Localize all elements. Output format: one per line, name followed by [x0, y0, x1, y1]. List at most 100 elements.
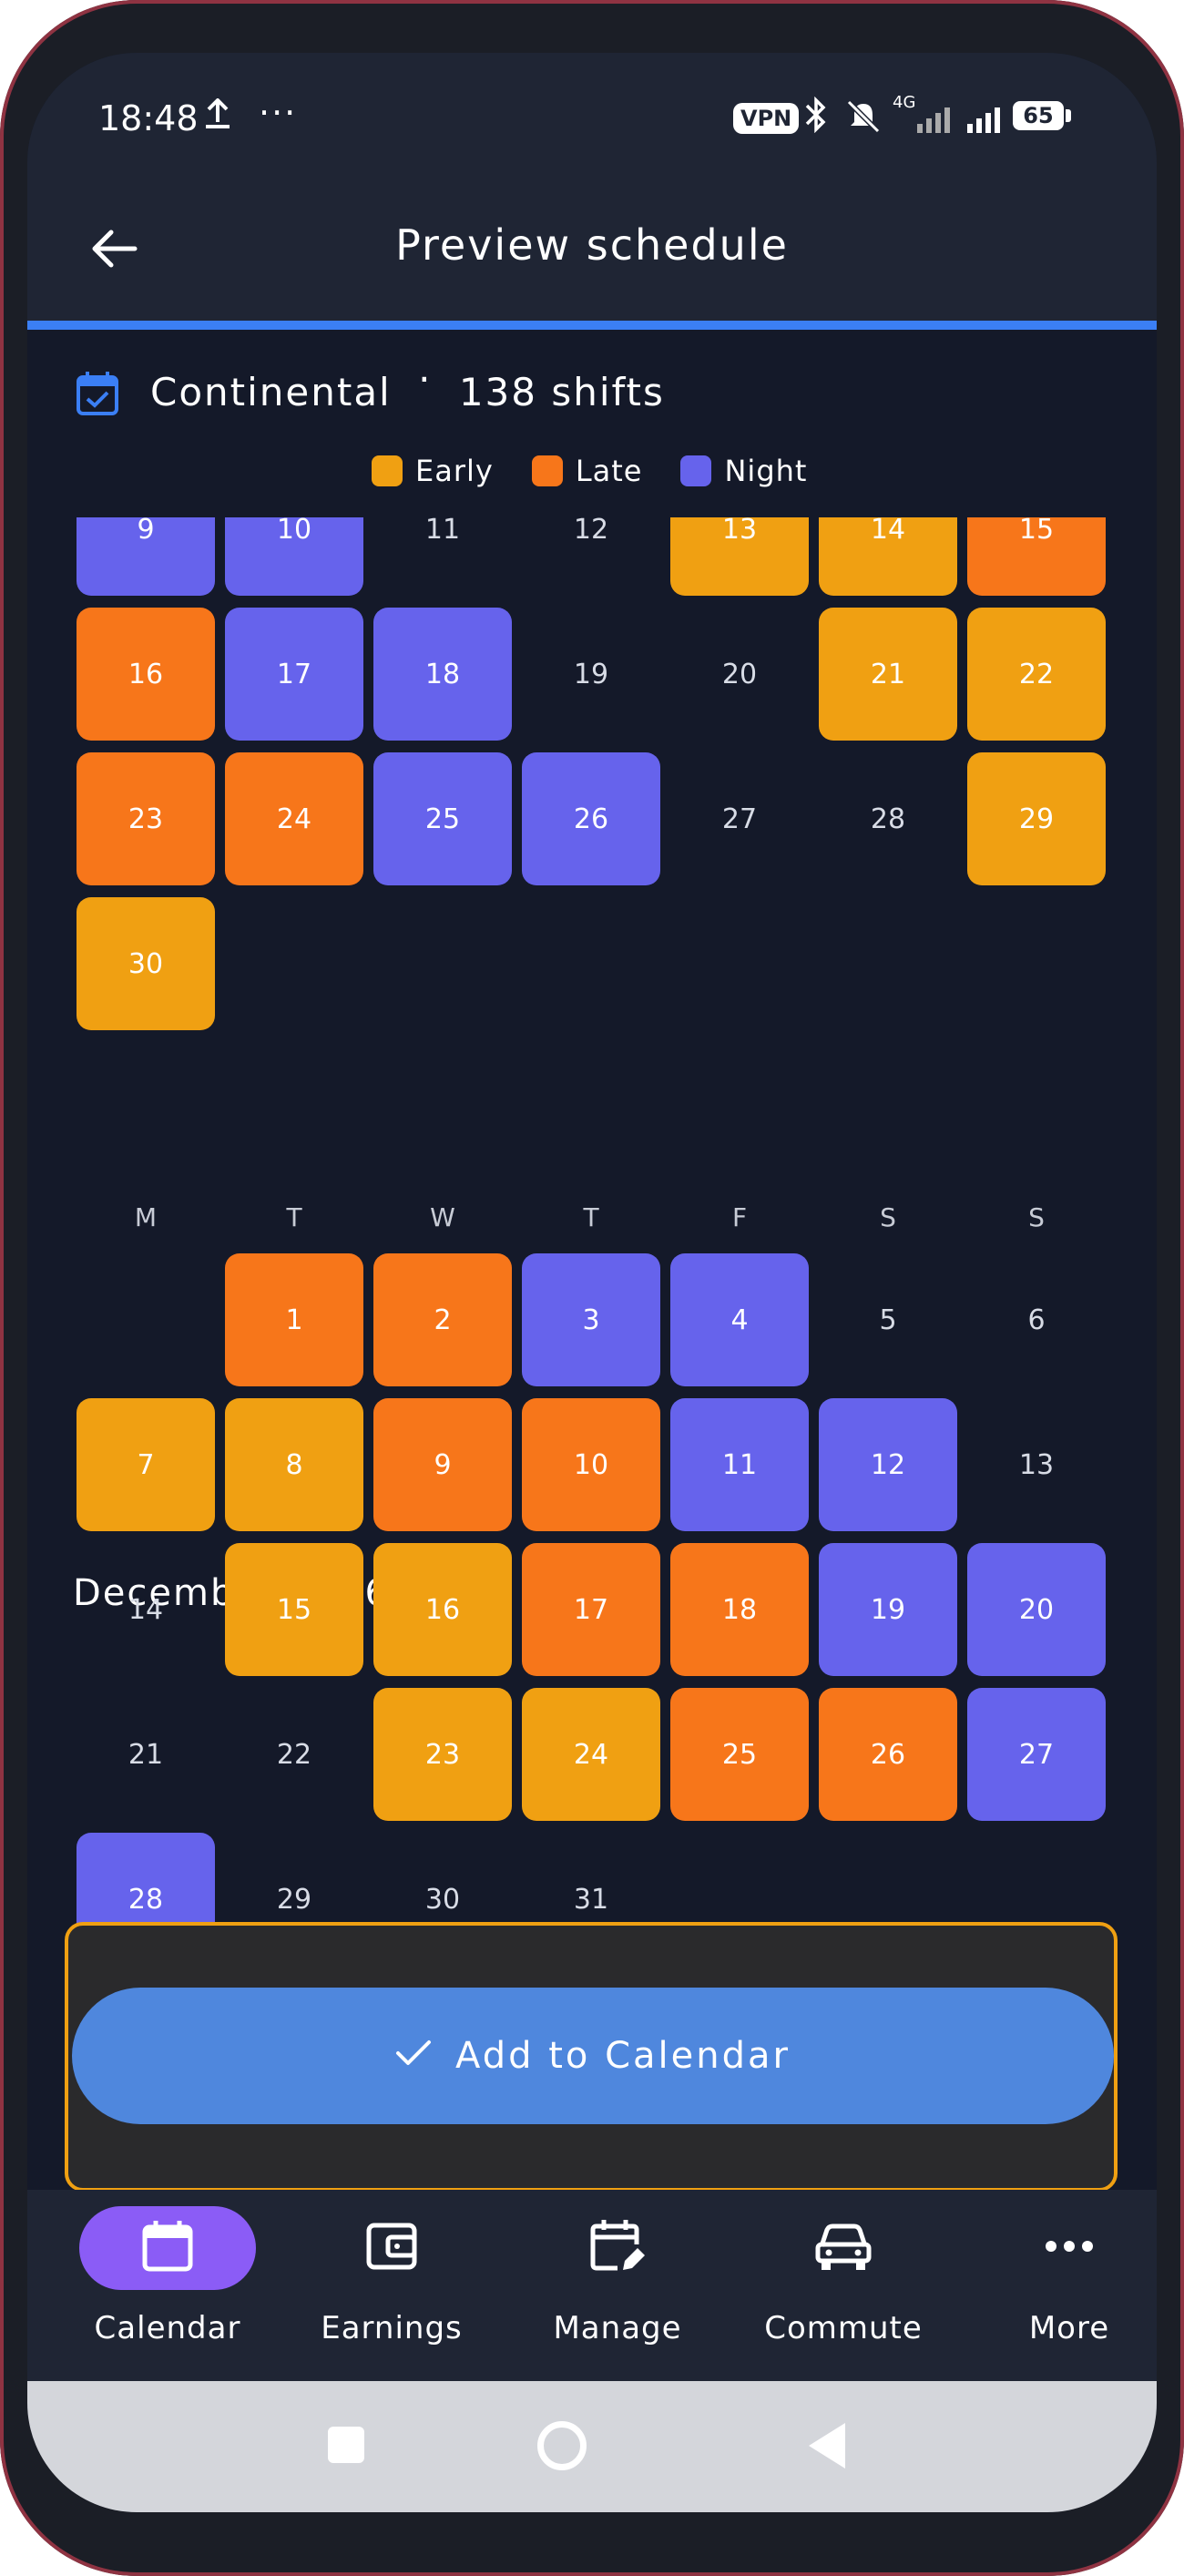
day-cell-night[interactable]: 20 — [967, 1543, 1106, 1676]
day-cell-late[interactable]: 15 — [967, 517, 1106, 596]
nav-label: Calendar — [94, 2310, 241, 2346]
day-cell-early[interactable]: 24 — [522, 1688, 660, 1821]
nav-commute[interactable]: Commute — [743, 2206, 944, 2346]
day-cell-early[interactable]: 29 — [967, 752, 1106, 885]
schedule-name: Continental — [150, 370, 392, 414]
day-cell-late[interactable]: 25 — [670, 1688, 809, 1821]
phone-frame: 18:48 ··· VPN 4G 65 Preview schedule Con… — [0, 0, 1184, 2576]
nav-icon-slot — [755, 2206, 932, 2290]
day-cell-night[interactable]: 25 — [373, 752, 512, 885]
check-icon — [395, 2035, 432, 2077]
day-cell-late[interactable]: 17 — [522, 1543, 660, 1676]
signal-icon — [915, 106, 961, 137]
day-cell-night[interactable]: 12 — [819, 1398, 957, 1531]
day-cell-night[interactable]: 4 — [670, 1253, 809, 1386]
day-cell[interactable]: 11 — [373, 517, 512, 596]
day-cell-early[interactable]: 22 — [967, 608, 1106, 741]
weekday-label: S — [1028, 1202, 1045, 1232]
nav-label: Manage — [553, 2310, 682, 2346]
home-button[interactable] — [537, 2421, 587, 2470]
day-cell[interactable]: 19 — [522, 608, 660, 741]
day-cell-late[interactable]: 1 — [225, 1253, 363, 1386]
add-to-calendar-button[interactable]: Add to Calendar — [72, 1988, 1114, 2124]
upload-icon — [204, 97, 231, 138]
day-cell-late[interactable]: 18 — [670, 1543, 809, 1676]
day-cell-night[interactable]: 11 — [670, 1398, 809, 1531]
nav-icon-slot — [529, 2206, 706, 2290]
weekday-label: M — [134, 1202, 158, 1232]
system-back-button[interactable] — [809, 2423, 845, 2469]
day-cell-night[interactable]: 27 — [967, 1688, 1106, 1821]
legend-night: Night — [680, 454, 807, 488]
day-cell-late[interactable]: 16 — [77, 608, 215, 741]
day-cell-late[interactable]: 26 — [819, 1688, 957, 1821]
day-cell[interactable]: 27 — [670, 752, 809, 885]
status-time: 18:48 — [98, 98, 199, 138]
day-cell[interactable]: 12 — [522, 517, 660, 596]
day-cell-early[interactable]: 30 — [77, 897, 215, 1030]
day-cell[interactable]: 20 — [670, 608, 809, 741]
day-cell-late[interactable]: 23 — [77, 752, 215, 885]
nav-calendar[interactable]: Calendar — [67, 2206, 268, 2346]
day-cell[interactable]: 5 — [819, 1253, 957, 1386]
add-to-calendar-label: Add to Calendar — [455, 2035, 791, 2077]
nav-label: More — [1028, 2310, 1110, 2346]
nav-label: Earnings — [321, 2310, 463, 2346]
calendar-edit-icon — [588, 2217, 647, 2279]
nav-label: Commute — [764, 2310, 923, 2346]
day-cell[interactable]: 21 — [77, 1688, 215, 1821]
day-cell-early[interactable]: 7 — [77, 1398, 215, 1531]
calendar-check-icon — [75, 370, 120, 421]
day-cell-night[interactable]: 26 — [522, 752, 660, 885]
battery-indicator: 65 — [1013, 101, 1064, 130]
day-cell-night[interactable]: 19 — [819, 1543, 957, 1676]
day-cell[interactable]: 28 — [819, 752, 957, 885]
day-cell[interactable]: 14 — [77, 1543, 215, 1676]
accent-divider — [27, 321, 1157, 330]
day-cell[interactable]: 13 — [967, 1398, 1106, 1531]
day-cell-late[interactable]: 9 — [373, 1398, 512, 1531]
day-cell-night[interactable]: 18 — [373, 608, 512, 741]
shift-count: 138 shifts — [458, 370, 665, 414]
network-type: 4G — [893, 93, 916, 112]
day-cell-early[interactable]: 13 — [670, 517, 809, 596]
day-cell-late[interactable]: 2 — [373, 1253, 512, 1386]
day-cell-late[interactable]: 24 — [225, 752, 363, 885]
legend-swatch — [531, 455, 563, 486]
day-cell-early[interactable]: 8 — [225, 1398, 363, 1531]
nav-manage[interactable]: Manage — [517, 2206, 718, 2346]
legend-swatch — [372, 455, 403, 486]
day-cell-early[interactable]: 16 — [373, 1543, 512, 1676]
mute-bell-icon — [845, 98, 882, 138]
nav-more[interactable]: More — [969, 2206, 1157, 2346]
recents-button[interactable] — [328, 2427, 364, 2463]
day-cell[interactable]: 22 — [225, 1688, 363, 1821]
nav-icon-slot — [303, 2206, 480, 2290]
app-screen: 18:48 ··· VPN 4G 65 Preview schedule Con… — [27, 53, 1157, 2512]
day-cell-night[interactable]: 17 — [225, 608, 363, 741]
day-cell-night[interactable]: 9 — [77, 517, 215, 596]
legend-label: Early — [415, 454, 494, 488]
weekday-label: W — [430, 1202, 455, 1232]
legend-swatch — [680, 455, 712, 486]
nav-earnings[interactable]: Earnings — [291, 2206, 492, 2346]
day-cell-early[interactable]: 21 — [819, 608, 957, 741]
day-cell-early[interactable]: 14 — [819, 517, 957, 596]
day-cell-night[interactable]: 3 — [522, 1253, 660, 1386]
nav-icon-slot — [981, 2206, 1157, 2290]
calendar-scroll-area[interactable]: 9 10 11 12 13 14 15 16 17 18 19 20 21 22 23 24 25 26 27 28 2… — [27, 517, 1157, 1975]
more-icon — [1044, 2239, 1095, 2257]
day-cell[interactable]: 6 — [967, 1253, 1106, 1386]
bluetooth-icon — [803, 96, 829, 141]
battery-nub — [1066, 109, 1071, 122]
calendar-icon — [140, 2218, 195, 2278]
legend-early: Early — [372, 454, 494, 488]
day-cell-night[interactable]: 10 — [225, 517, 363, 596]
day-cell-late[interactable]: 10 — [522, 1398, 660, 1531]
weekday-label: F — [731, 1202, 748, 1232]
day-cell-early[interactable]: 23 — [373, 1688, 512, 1821]
signal-icon — [965, 106, 1011, 137]
car-icon — [814, 2221, 873, 2275]
day-cell-early[interactable]: 15 — [225, 1543, 363, 1676]
weekday-label: T — [583, 1202, 599, 1232]
